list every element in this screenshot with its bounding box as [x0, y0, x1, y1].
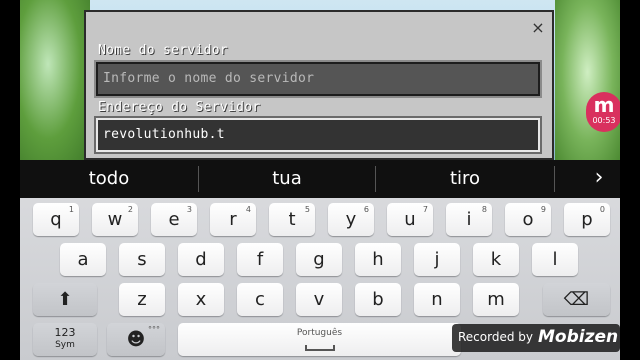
key-a[interactable]: a	[60, 243, 106, 276]
key-label: z	[137, 289, 147, 310]
key-label: t	[288, 209, 296, 230]
key-h[interactable]: h	[355, 243, 401, 276]
key-sublabel: 8	[481, 205, 487, 214]
recorder-badge[interactable]: m 00:53	[586, 92, 622, 132]
space-key[interactable]: Português	[178, 323, 461, 356]
letterbox-right	[620, 0, 640, 360]
key-label: a	[77, 249, 89, 270]
key-label: u	[404, 209, 416, 230]
key-m[interactable]: m	[473, 283, 519, 316]
key-label: i	[466, 209, 472, 230]
suggestion-item[interactable]: tua	[199, 160, 375, 198]
key-u[interactable]: u7	[387, 203, 433, 236]
key-v[interactable]: v	[296, 283, 342, 316]
server-address-label: Endereço do Servidor	[98, 100, 261, 115]
key-label: r	[229, 209, 237, 230]
recorder-logo: m	[593, 93, 615, 117]
key-e[interactable]: e3	[151, 203, 197, 236]
close-icon[interactable]: ×	[528, 18, 548, 38]
key-k[interactable]: k	[473, 243, 519, 276]
key-label: m	[487, 289, 505, 310]
key-sublabel: 0	[599, 205, 605, 214]
key-sublabel: 2	[127, 205, 133, 214]
emoji-sublabel: °°°	[148, 325, 160, 334]
key-x[interactable]: x	[178, 283, 224, 316]
key-s[interactable]: s	[119, 243, 165, 276]
server-name-label: Nome do servidor	[98, 43, 229, 58]
emoji-key[interactable]: ☻ °°°	[107, 323, 165, 356]
key-label: y	[345, 209, 357, 230]
suggestion-divider	[554, 166, 555, 192]
key-label: o	[522, 209, 534, 230]
watermark-brand: Mobizen	[538, 327, 619, 347]
key-label: f	[256, 249, 264, 270]
server-address-value: revolutionhub.t	[103, 127, 225, 142]
key-label: e	[168, 209, 180, 230]
letterbox-left	[0, 0, 20, 360]
emoji-icon: ☻	[126, 329, 146, 350]
background-foliage-left	[20, 0, 90, 160]
key-d[interactable]: d	[178, 243, 224, 276]
key-sublabel: 6	[363, 205, 369, 214]
key-label: s	[137, 249, 147, 270]
key-q[interactable]: q1	[33, 203, 79, 236]
key-p[interactable]: p0	[564, 203, 610, 236]
key-g[interactable]: g	[296, 243, 342, 276]
key-sublabel: 1	[68, 205, 74, 214]
key-b[interactable]: b	[355, 283, 401, 316]
symbols-sublabel: Sym	[55, 340, 75, 350]
key-y[interactable]: y6	[328, 203, 374, 236]
server-name-placeholder: Informe o nome do servidor	[103, 71, 315, 86]
key-f[interactable]: f	[237, 243, 283, 276]
key-label: l	[552, 249, 558, 270]
key-i[interactable]: i8	[446, 203, 492, 236]
symbols-label: 123	[54, 326, 76, 339]
key-o[interactable]: o9	[505, 203, 551, 236]
backspace-icon: ⌫	[563, 289, 590, 310]
recorder-time: 00:53	[592, 116, 616, 125]
key-n[interactable]: n	[414, 283, 460, 316]
key-sublabel: 4	[245, 205, 251, 214]
key-sublabel: 9	[540, 205, 546, 214]
suggestion-bar: todo tua tiro ›	[20, 160, 620, 198]
key-j[interactable]: j	[414, 243, 460, 276]
key-label: c	[255, 289, 265, 310]
shift-key[interactable]: ⬆	[33, 283, 97, 316]
chevron-right-icon[interactable]: ›	[588, 160, 610, 198]
key-label: j	[434, 249, 440, 270]
shift-icon: ⬆	[57, 289, 73, 310]
background-foliage-right	[555, 0, 620, 160]
key-sublabel: 5	[304, 205, 310, 214]
key-r[interactable]: r4	[210, 203, 256, 236]
key-l[interactable]: l	[532, 243, 578, 276]
backspace-key[interactable]: ⌫	[543, 283, 610, 316]
key-label: x	[195, 289, 207, 310]
key-label: p	[581, 209, 593, 230]
keyboard-language-label: Português	[296, 328, 343, 338]
key-label: q	[50, 209, 62, 230]
key-label: d	[195, 249, 207, 270]
key-label: k	[490, 249, 502, 270]
key-label: w	[107, 209, 123, 230]
suggestion-item[interactable]: todo	[20, 160, 198, 198]
key-label: b	[372, 289, 384, 310]
key-label: n	[431, 289, 443, 310]
server-address-input[interactable]: revolutionhub.t	[94, 116, 542, 154]
key-z[interactable]: z	[119, 283, 165, 316]
key-sublabel: 3	[186, 205, 192, 214]
key-label: h	[372, 249, 384, 270]
key-w[interactable]: w2	[92, 203, 138, 236]
suggestion-item[interactable]: tiro	[376, 160, 554, 198]
server-name-input[interactable]: Informe o nome do servidor	[94, 60, 542, 98]
watermark-prefix: Recorded by	[458, 330, 533, 344]
key-label: g	[313, 249, 325, 270]
key-sublabel: 7	[422, 205, 428, 214]
recorder-watermark: Recorded by Mobizen	[452, 324, 620, 352]
symbols-key[interactable]: 123 Sym	[33, 323, 97, 356]
key-c[interactable]: c	[237, 283, 283, 316]
space-icon	[304, 345, 335, 351]
key-label: v	[313, 289, 325, 310]
key-t[interactable]: t5	[269, 203, 315, 236]
